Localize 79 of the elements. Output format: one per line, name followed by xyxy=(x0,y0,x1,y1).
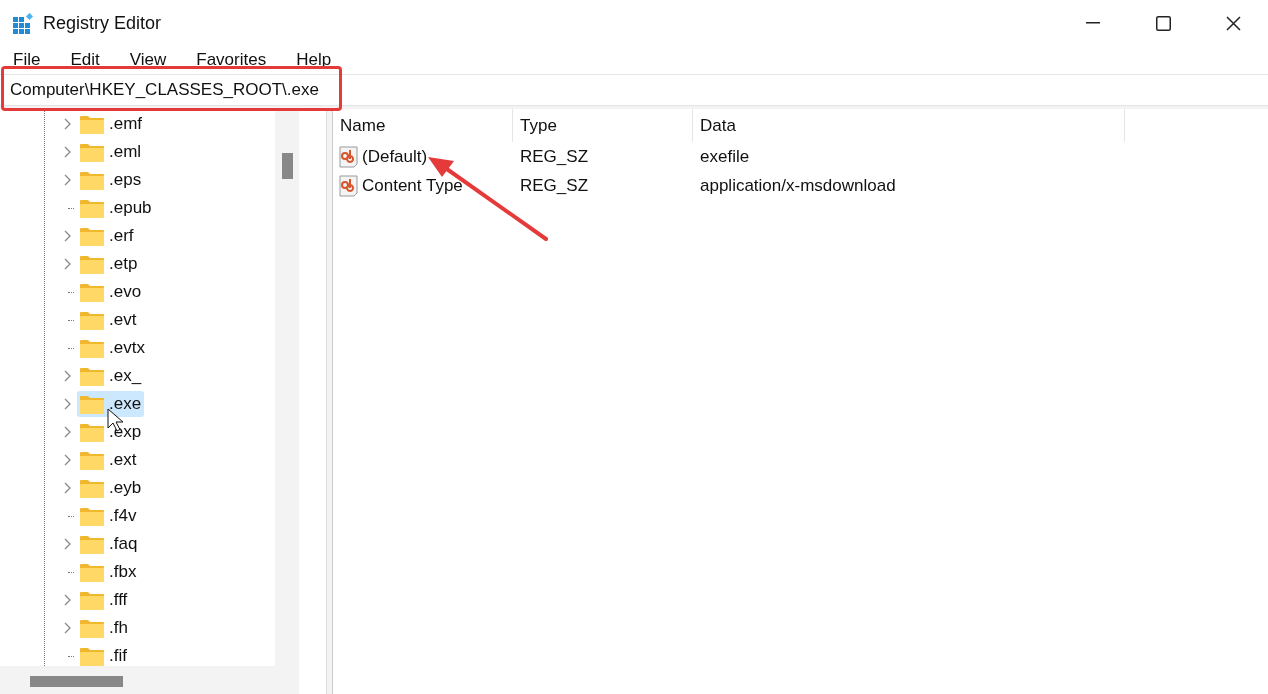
table-cell: REG_SZ xyxy=(520,146,589,166)
menu-item[interactable]: View xyxy=(120,47,176,73)
menu-item[interactable]: Edit xyxy=(61,47,109,73)
folder-icon xyxy=(80,142,104,162)
expand-chevron-icon[interactable] xyxy=(63,230,71,242)
menu-item[interactable]: File xyxy=(4,47,50,73)
expand-chevron-icon[interactable] xyxy=(63,482,71,494)
tree-item[interactable]: .epub xyxy=(77,195,155,221)
folder-icon xyxy=(80,198,104,218)
folder-icon xyxy=(80,394,104,414)
maximize-icon xyxy=(1155,15,1171,31)
folder-icon xyxy=(80,646,104,666)
registry-editor-icon xyxy=(13,12,34,34)
tree-item[interactable]: .exp xyxy=(77,419,145,445)
tree-item[interactable]: .evt xyxy=(77,307,140,333)
tree-item[interactable]: .eml xyxy=(77,139,145,165)
tree-item[interactable]: .f4v xyxy=(77,503,140,529)
folder-icon xyxy=(80,450,104,470)
tree-item[interactable]: .erf xyxy=(77,223,137,249)
address-bar[interactable]: Computer\HKEY_CLASSES_ROOT\.exe xyxy=(10,77,319,103)
column-header[interactable]: Data xyxy=(700,112,736,139)
tree-item[interactable]: .ex_ xyxy=(77,363,145,389)
folder-icon xyxy=(80,506,104,526)
folder-icon xyxy=(80,590,104,610)
table-cell: application/x-msdownload xyxy=(700,175,896,195)
tree-item[interactable]: .evo xyxy=(77,279,145,305)
expand-chevron-icon[interactable] xyxy=(63,370,71,382)
folder-icon xyxy=(80,226,104,246)
folder-icon xyxy=(80,534,104,554)
scroll-thumb[interactable] xyxy=(30,676,123,687)
tree-item[interactable]: .evtx xyxy=(77,335,148,361)
expand-chevron-icon[interactable] xyxy=(63,538,71,550)
tree-item[interactable]: .fbx xyxy=(77,559,140,585)
column-header[interactable]: Name xyxy=(340,112,386,139)
column-header[interactable]: Type xyxy=(520,112,557,139)
scroll-thumb[interactable] xyxy=(282,153,293,179)
folder-icon xyxy=(80,366,104,386)
tree-item[interactable]: .fh xyxy=(77,615,131,641)
folder-icon xyxy=(80,254,104,274)
menu-item[interactable]: Help xyxy=(287,47,341,73)
tree-item[interactable]: .fif xyxy=(77,643,130,669)
expand-chevron-icon[interactable] xyxy=(63,454,71,466)
tree-item[interactable]: .fff xyxy=(77,587,131,613)
tree-item[interactable]: .eyb xyxy=(77,475,145,501)
tree-item[interactable]: .etp xyxy=(77,251,141,277)
expand-chevron-icon[interactable] xyxy=(63,258,71,270)
string-value-icon xyxy=(338,145,360,168)
expand-chevron-icon[interactable] xyxy=(63,398,71,410)
folder-icon xyxy=(80,422,104,442)
minimize-icon xyxy=(1086,22,1100,24)
window-title: Registry Editor xyxy=(43,11,162,35)
tree-item[interactable]: .eps xyxy=(77,167,145,193)
horizontal-scrollbar[interactable] xyxy=(0,666,299,694)
menu-item[interactable]: Favorites xyxy=(187,47,276,73)
expand-chevron-icon[interactable] xyxy=(63,426,71,438)
tree-item[interactable]: .exe xyxy=(77,391,145,417)
tree-item[interactable]: .ext xyxy=(77,447,140,473)
table-cell-text: Content Type xyxy=(362,174,463,197)
folder-icon xyxy=(80,114,104,134)
folder-icon xyxy=(80,282,104,302)
folder-icon xyxy=(80,478,104,498)
folder-icon xyxy=(80,618,104,638)
table-cell: exefile xyxy=(700,146,750,166)
expand-chevron-icon[interactable] xyxy=(63,146,71,158)
folder-icon xyxy=(80,338,104,358)
tree-item[interactable]: .faq xyxy=(77,531,141,557)
folder-icon xyxy=(80,170,104,190)
vertical-scrollbar[interactable] xyxy=(275,109,299,666)
string-value-icon xyxy=(338,174,360,197)
expand-chevron-icon[interactable] xyxy=(63,594,71,606)
tree-item[interactable]: .emf xyxy=(77,111,146,137)
folder-icon xyxy=(80,562,104,582)
expand-chevron-icon[interactable] xyxy=(63,622,71,634)
close-icon xyxy=(1225,15,1241,31)
table-cell: REG_SZ xyxy=(520,175,589,195)
expand-chevron-icon[interactable] xyxy=(63,174,71,186)
folder-icon xyxy=(80,310,104,330)
expand-chevron-icon[interactable] xyxy=(63,118,71,130)
table-cell-text: (Default) xyxy=(362,145,428,168)
